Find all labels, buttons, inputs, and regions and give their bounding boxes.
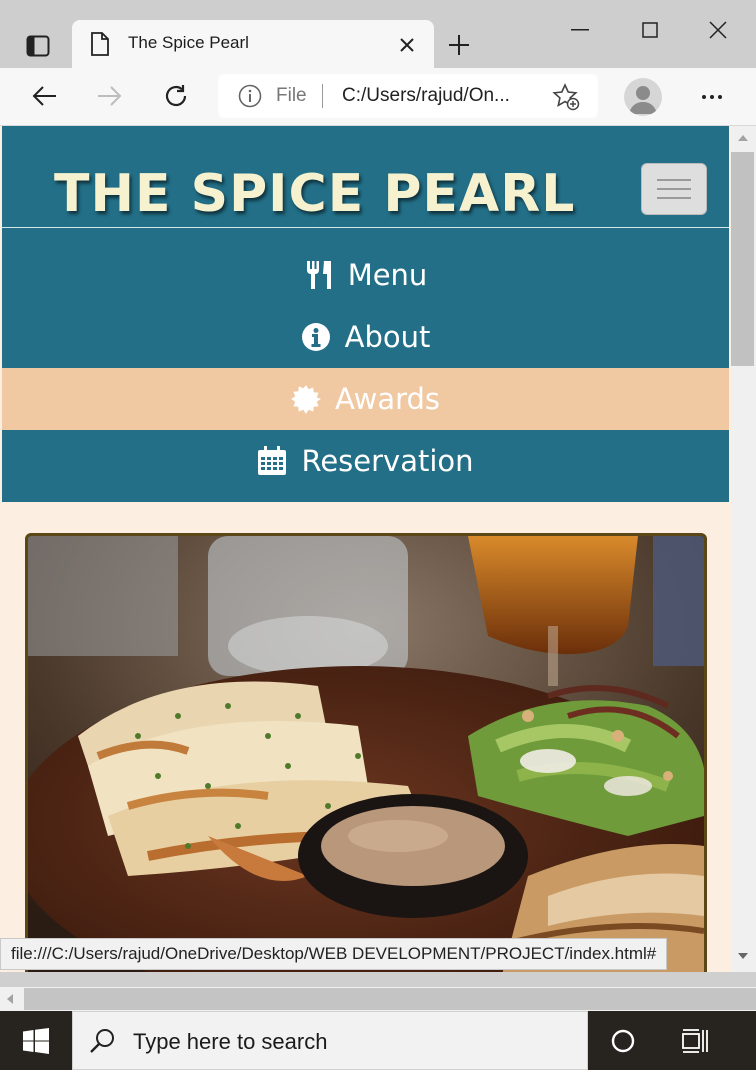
- back-button[interactable]: [24, 78, 64, 114]
- page-viewport: THE SPICE PEARL Menu About Awards Reserv…: [0, 126, 731, 972]
- utensils-icon: [304, 260, 334, 290]
- forward-button[interactable]: [90, 78, 130, 114]
- browser-tab[interactable]: The Spice Pearl: [72, 20, 434, 68]
- nav-item-label: Awards: [334, 382, 441, 416]
- calendar-icon: [257, 446, 287, 476]
- nav-item-awards[interactable]: Awards: [2, 368, 729, 430]
- url-text[interactable]: C:/Users/rajud/On...: [342, 85, 510, 107]
- scroll-left-icon[interactable]: [6, 994, 14, 1004]
- profile-avatar[interactable]: [624, 78, 662, 116]
- hero-food-image: [25, 533, 707, 972]
- task-view-icon[interactable]: [672, 1019, 718, 1063]
- info-icon[interactable]: [238, 84, 262, 112]
- scroll-up-icon[interactable]: [738, 134, 748, 142]
- search-icon: [89, 1028, 115, 1058]
- browser-tab-strip: The Spice Pearl: [0, 0, 756, 68]
- nav-item-label: About: [344, 320, 431, 354]
- minimize-button[interactable]: [560, 12, 600, 48]
- windows-taskbar: Type here to search: [0, 1011, 756, 1070]
- file-scheme-label: File: [276, 85, 307, 106]
- vertical-scroll-thumb[interactable]: [731, 152, 754, 366]
- nav-item-label: Reservation: [301, 444, 474, 478]
- search-placeholder: Type here to search: [133, 1029, 328, 1054]
- document-icon: [90, 32, 110, 60]
- windows-start-icon[interactable]: [0, 1011, 72, 1070]
- add-favorite-icon[interactable]: [552, 83, 580, 115]
- status-bar-url: file:///C:/Users/rajud/OneDrive/Desktop/…: [0, 938, 668, 970]
- tab-close-icon[interactable]: [394, 32, 420, 58]
- nav-item-reservation[interactable]: Reservation: [2, 430, 729, 492]
- toggler-bar: [657, 188, 691, 190]
- navbar-divider: [2, 227, 729, 228]
- nav-item-about[interactable]: About: [2, 306, 729, 368]
- toggler-bar: [657, 197, 691, 199]
- site-brand[interactable]: THE SPICE PEARL: [54, 164, 575, 224]
- certificate-icon: [290, 384, 321, 414]
- browser-toolbar: File C:/Users/rajud/On...: [0, 68, 756, 126]
- navbar-toggler-button[interactable]: [641, 163, 707, 215]
- scroll-down-icon[interactable]: [738, 952, 748, 960]
- site-navbar: THE SPICE PEARL Menu About Awards Reserv…: [2, 126, 729, 502]
- tab-actions-icon[interactable]: [20, 28, 56, 64]
- tab-title: The Spice Pearl: [128, 33, 249, 52]
- toggler-bar: [657, 179, 691, 181]
- nav-item-label: Menu: [347, 258, 428, 292]
- address-separator: [322, 84, 323, 108]
- new-tab-button[interactable]: [442, 30, 476, 60]
- taskbar-search-box[interactable]: Type here to search: [72, 1011, 588, 1070]
- cortana-icon[interactable]: [600, 1019, 646, 1063]
- reload-button[interactable]: [156, 78, 196, 114]
- horizontal-scroll-thumb[interactable]: [24, 988, 756, 1010]
- info-circle-icon: [301, 322, 331, 352]
- maximize-button[interactable]: [630, 12, 670, 48]
- nav-item-menu[interactable]: Menu: [2, 244, 729, 306]
- address-bar[interactable]: File C:/Users/rajud/On...: [218, 74, 598, 118]
- more-menu-icon[interactable]: [692, 80, 732, 114]
- window-close-button[interactable]: [698, 12, 738, 48]
